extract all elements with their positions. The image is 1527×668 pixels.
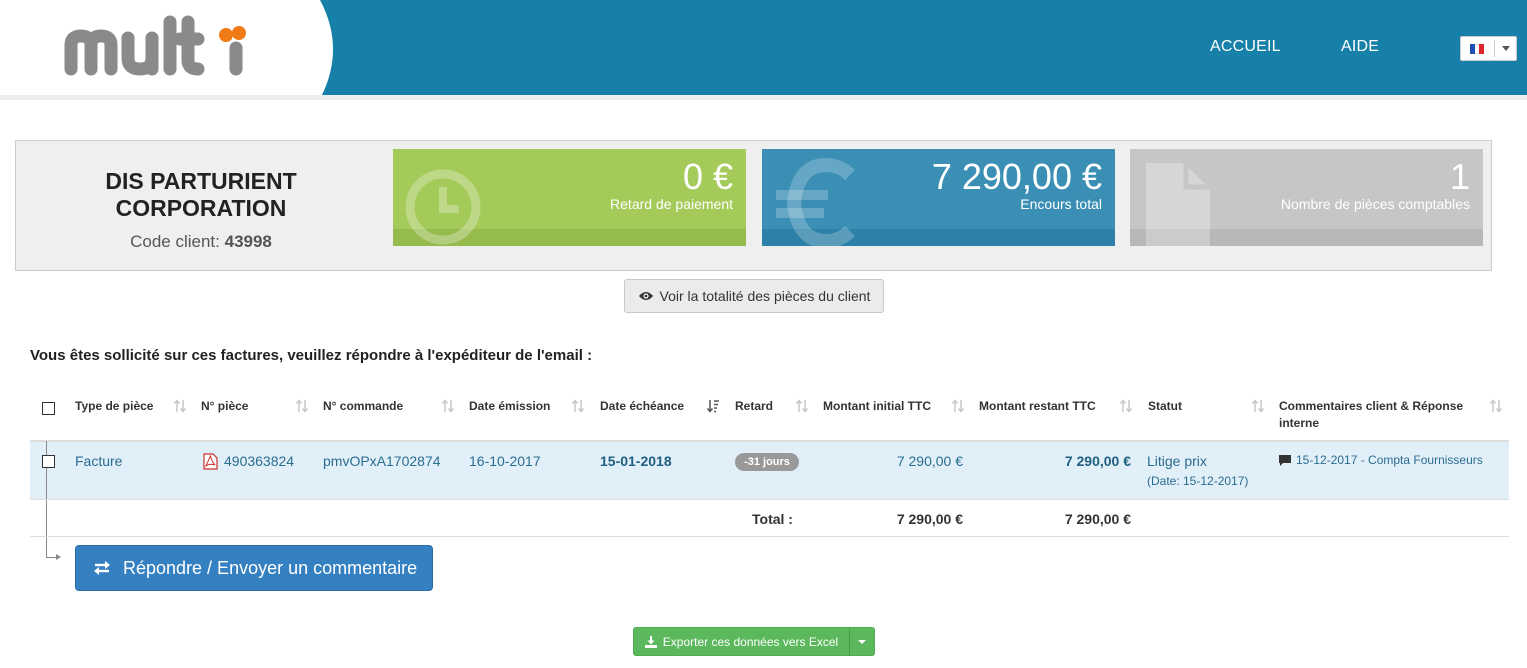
- cell-date-emission: 16-10-2017: [469, 453, 541, 469]
- sort-icon[interactable]: [1120, 399, 1132, 413]
- comment-icon: [1279, 455, 1291, 466]
- tile-value: 1: [1449, 156, 1470, 197]
- tile-retard-paiement: 0 € Retard de paiement: [393, 149, 746, 246]
- sort-icon[interactable]: [174, 399, 186, 413]
- sort-icon[interactable]: [296, 399, 308, 413]
- sort-icon[interactable]: [442, 399, 454, 413]
- select-all-checkbox[interactable]: [42, 402, 55, 415]
- sort-icon[interactable]: [1490, 399, 1502, 413]
- tile-nombre-pieces: 1 Nombre de pièces comptables: [1130, 149, 1483, 246]
- cell-numero-piece-link[interactable]: 490363824: [224, 453, 294, 469]
- tree-arrow-icon: [56, 554, 61, 560]
- client-code: Code client: 43998: [16, 232, 386, 252]
- column-date-echeance[interactable]: Date échéance: [600, 398, 684, 415]
- pdf-icon[interactable]: [203, 453, 218, 470]
- cell-commentaire-link[interactable]: 15-12-2017 - Compta Fournisseurs: [1296, 453, 1483, 467]
- tile-label: Encours total: [1020, 196, 1102, 212]
- french-flag-icon: [1470, 43, 1485, 54]
- logo-graphic: [0, 0, 334, 95]
- eye-icon: [638, 292, 653, 300]
- sort-icon[interactable]: [572, 399, 584, 413]
- download-icon: [644, 635, 657, 648]
- column-commentaires[interactable]: Commentaires client & Réponse interne: [1279, 398, 1463, 432]
- row-divider: [30, 499, 1509, 500]
- retard-badge: -31 jours: [735, 453, 799, 471]
- client-name-line1: DIS PARTURIENT: [105, 168, 297, 194]
- column-commentaires-line1: Commentaires client & Réponse: [1279, 399, 1464, 413]
- header-divider: [0, 95, 1527, 100]
- total-montant-restant: 7 290,00 €: [1064, 511, 1131, 527]
- cell-numero-commande: pmvOPxA1702874: [323, 453, 441, 469]
- column-retard[interactable]: Retard: [735, 398, 773, 415]
- column-numero-commande[interactable]: N° commande: [323, 398, 403, 415]
- tile-encours-total: 7 290,00 € Encours total: [762, 149, 1115, 246]
- row-checkbox[interactable]: [42, 455, 55, 468]
- exchange-icon: [94, 561, 110, 575]
- total-montant-initial: 7 290,00 €: [896, 511, 963, 527]
- cell-montant-initial: 7 290,00 €: [896, 453, 963, 469]
- nav-aide[interactable]: AIDE: [1341, 38, 1379, 56]
- client-name-line2: CORPORATION: [115, 195, 287, 221]
- view-all-pieces-button[interactable]: Voir la totalité des pièces du client: [624, 279, 884, 313]
- sort-desc-icon[interactable]: [707, 399, 719, 413]
- sort-icon[interactable]: [952, 399, 964, 413]
- cell-montant-restant: 7 290,00 €: [1064, 453, 1131, 469]
- cell-date-echeance: 15-01-2018: [600, 453, 672, 469]
- column-date-emission[interactable]: Date émission: [469, 398, 550, 415]
- client-code-value: 43998: [224, 232, 272, 251]
- total-divider: [30, 536, 1509, 537]
- euro-icon: [776, 157, 855, 246]
- cell-statut-date: (Date: 15-12-2017): [1147, 474, 1249, 488]
- sort-icon[interactable]: [1252, 399, 1264, 413]
- export-excel-button[interactable]: Exporter ces données vers Excel: [633, 627, 850, 656]
- notice-text: Vous êtes sollicité sur ces factures, ve…: [30, 347, 593, 364]
- client-code-label: Code client:: [130, 232, 220, 251]
- logo[interactable]: [0, 0, 335, 95]
- reply-comment-label: Répondre / Envoyer un commentaire: [123, 557, 418, 578]
- language-selector[interactable]: [1460, 36, 1517, 61]
- column-numero-piece[interactable]: N° pièce: [201, 398, 248, 415]
- total-label: Total :: [752, 511, 793, 527]
- client-name: DIS PARTURIENT CORPORATION: [16, 168, 386, 222]
- tile-label: Retard de paiement: [610, 196, 733, 212]
- caret-down-icon: [858, 639, 866, 644]
- clock-icon: [405, 169, 481, 245]
- column-montant-restant[interactable]: Montant restant TTC: [979, 398, 1096, 415]
- tile-value: 0 €: [682, 156, 733, 197]
- sort-icon[interactable]: [796, 399, 808, 413]
- export-options-dropdown[interactable]: [849, 627, 875, 656]
- nav-accueil[interactable]: ACCUEIL: [1210, 38, 1281, 56]
- reply-comment-button[interactable]: Répondre / Envoyer un commentaire: [75, 545, 433, 591]
- language-separator: [1494, 40, 1495, 57]
- column-statut[interactable]: Statut: [1148, 398, 1182, 415]
- caret-down-icon: [1502, 46, 1510, 51]
- export-excel-label: Exporter ces données vers Excel: [662, 634, 839, 649]
- column-type-piece[interactable]: Type de pièce: [75, 398, 153, 415]
- document-icon: [1146, 163, 1210, 246]
- view-all-pieces-label: Voir la totalité des pièces du client: [659, 288, 871, 304]
- column-commentaires-line2: interne: [1279, 416, 1320, 430]
- column-montant-initial[interactable]: Montant initial TTC: [823, 398, 931, 415]
- cell-type-piece: Facture: [75, 453, 123, 469]
- cell-statut: Litige prix: [1147, 453, 1207, 469]
- tile-label: Nombre de pièces comptables: [1280, 196, 1470, 212]
- tile-value: 7 290,00 €: [931, 156, 1102, 197]
